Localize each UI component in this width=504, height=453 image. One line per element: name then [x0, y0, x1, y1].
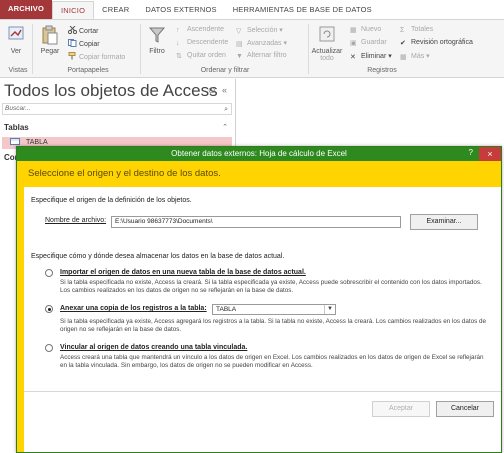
group-ordenar-filtrar: Ordenar y filtrar	[200, 67, 250, 74]
append-table-value: TABLA	[216, 306, 237, 313]
nav-group-tablas-label: Tablas	[4, 123, 29, 132]
sort-ascending-icon: ↑	[176, 27, 180, 34]
file-name-field[interactable]: E:\Usuario 98637773\Documents\	[111, 216, 401, 228]
nav-group-tablas[interactable]: Tablas ⌃	[2, 122, 232, 134]
remove-sort-icon: ⇅	[176, 53, 182, 60]
refresh-all-button[interactable]: Actualizar todo	[310, 24, 344, 63]
browse-button[interactable]: Examinar...	[410, 214, 478, 230]
nav-menu-icon[interactable]: ⊙	[208, 85, 216, 96]
append-option-desc: Si la tabla especificada ya existe, Acce…	[60, 318, 486, 333]
view-icon	[6, 24, 26, 46]
spelling-button[interactable]: ✔ Revisión ortográfica	[400, 39, 473, 47]
more-icon: ▦	[400, 54, 407, 61]
new-record-button[interactable]: ▦ Nuevo	[350, 26, 381, 34]
accept-button[interactable]: Aceptar	[372, 401, 430, 417]
cut-button[interactable]: Cortar	[67, 25, 98, 35]
paste-label: Pegar	[40, 48, 60, 55]
tab-crear[interactable]: CREAR	[94, 1, 137, 19]
link-radio[interactable]	[45, 344, 53, 352]
remove-sort-button[interactable]: ⇅ Quitar orden	[176, 52, 226, 60]
link-option-label[interactable]: Vincular al origen de datos creando una …	[60, 344, 247, 351]
copy-icon	[68, 39, 77, 47]
append-radio[interactable]	[45, 305, 53, 313]
sort-ascending-button[interactable]: ↑ Ascendente	[176, 26, 224, 35]
save-icon: ▣	[350, 40, 357, 47]
more-button[interactable]: ▦ Más ▾	[400, 52, 430, 61]
delete-record-button[interactable]: ✕ Eliminar ▾	[350, 52, 392, 61]
nav-title[interactable]: Todos los objetos de Access	[4, 81, 218, 101]
dialog-header: Seleccione el origen y el destino de los…	[17, 161, 501, 187]
paintbrush-icon	[68, 52, 77, 60]
ribbon: Ver Pegar Cortar Copiar Copiar formato F…	[0, 20, 504, 78]
import-option-label[interactable]: Importar el origen de datos en una nueva…	[60, 269, 306, 276]
sigma-icon: Σ	[400, 27, 405, 34]
filter-button[interactable]: Filtro	[144, 24, 170, 55]
advanced-filter-icon: ▤	[236, 41, 243, 48]
spelling-icon: ✔	[400, 40, 406, 47]
format-painter-button[interactable]: Copiar formato	[68, 52, 125, 61]
view-button[interactable]: Ver	[4, 24, 28, 55]
totals-button[interactable]: Σ Totales	[400, 26, 433, 35]
file-name-label: Nombre de archivo:	[45, 217, 107, 224]
append-table-select[interactable]: TABLA ▼	[212, 304, 336, 315]
dialog-body: Especifique el origen de la definición d…	[17, 187, 501, 452]
refresh-icon	[317, 24, 337, 46]
tab-inicio[interactable]: INICIO	[52, 1, 95, 19]
toggle-filter-icon: ▼	[236, 53, 243, 60]
refresh-sublabel: todo	[320, 55, 334, 62]
help-icon[interactable]: ?	[469, 148, 473, 157]
funnel-icon	[147, 24, 167, 46]
link-option-desc: Access creará una tabla que mantendrá un…	[60, 354, 484, 369]
scissors-icon	[67, 25, 78, 35]
append-option-label[interactable]: Anexar una copia de los registros a la t…	[60, 305, 207, 312]
view-label: Ver	[10, 48, 22, 55]
tab-datos-externos[interactable]: DATOS EXTERNOS	[137, 1, 224, 19]
divider	[24, 391, 501, 392]
chevron-down-icon: ▼	[324, 305, 335, 314]
nav-search-placeholder: Buscar...	[5, 105, 31, 112]
delete-icon: ✕	[350, 54, 356, 61]
tab-archivo[interactable]: ARCHIVO	[0, 0, 52, 19]
nav-collapse-icon[interactable]: «	[222, 85, 227, 95]
copy-button[interactable]: Copiar	[68, 39, 100, 48]
save-record-button[interactable]: ▣ Guardar	[350, 39, 387, 47]
import-dialog: Obtener datos externos: Hoja de cálculo …	[16, 146, 502, 453]
ribbon-tab-bar: ARCHIVO INICIO CREAR DATOS EXTERNOS HERR…	[0, 0, 504, 20]
import-radio[interactable]	[45, 269, 53, 277]
close-button[interactable]: ×	[479, 147, 501, 161]
import-option-desc: Si la tabla especificada no existe, Acce…	[60, 279, 482, 294]
group-registros: Registros	[367, 67, 397, 74]
new-record-icon: ▦	[350, 27, 357, 34]
table-icon	[10, 138, 20, 145]
tab-herramientas[interactable]: HERRAMIENTAS DE BASE DE DATOS	[225, 1, 380, 19]
search-icon[interactable]: ⌕	[224, 105, 228, 115]
paste-icon	[40, 24, 60, 46]
refresh-label: Actualizar	[311, 48, 343, 55]
toggle-filter-button[interactable]: ▼ Alternar filtro	[236, 52, 287, 61]
sort-descending-icon: ↓	[176, 40, 180, 47]
dialog-title: Obtener datos externos: Hoja de cálculo …	[17, 147, 501, 161]
group-portapapeles: Portapapeles	[67, 67, 109, 74]
selection-icon: ▽	[236, 28, 242, 35]
nav-search-input[interactable]: Buscar... ⌕	[2, 103, 232, 115]
paste-button[interactable]: Pegar	[38, 24, 62, 55]
chevron-up-icon: ⌃	[222, 124, 228, 131]
selection-button[interactable]: ▽ Selección ▾	[236, 26, 283, 35]
filter-label: Filtro	[149, 48, 165, 55]
cancel-button[interactable]: Cancelar	[436, 401, 494, 417]
specify-source-text: Especifique el origen de la definición d…	[31, 197, 192, 204]
sort-descending-button[interactable]: ↓ Descendente	[176, 39, 228, 48]
specify-store-text: Especifique cómo y dónde desea almacenar…	[31, 253, 285, 260]
advanced-button[interactable]: ▤ Avanzadas ▾	[236, 39, 287, 48]
group-vistas: Vistas	[8, 67, 28, 74]
nav-item-label: TABLA	[26, 139, 48, 146]
